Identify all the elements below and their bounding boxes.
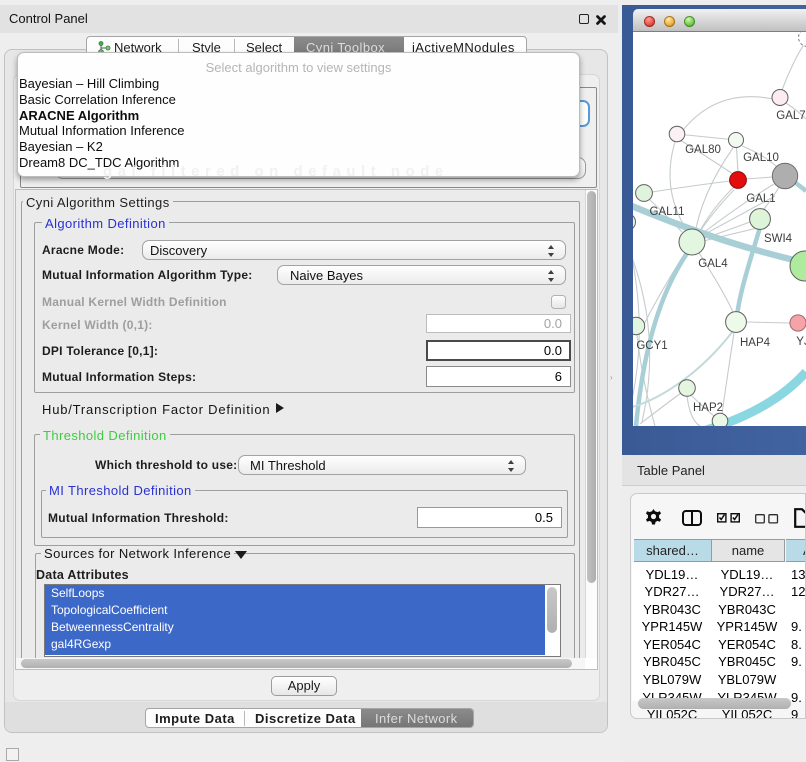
svg-text:HAP2: HAP2 <box>693 402 723 414</box>
svg-text:YJ: YJ <box>796 336 806 348</box>
svg-text:HAP4: HAP4 <box>740 337 771 349</box>
svg-text:SWI4: SWI4 <box>764 233 793 245</box>
svg-text:GCY1: GCY1 <box>636 340 667 352</box>
svg-text:GAL80: GAL80 <box>685 144 721 156</box>
svg-text:GAL1: GAL1 <box>746 193 775 205</box>
svg-text:GAL4: GAL4 <box>698 258 728 270</box>
svg-text:GAL7: GAL7 <box>776 110 805 122</box>
svg-text:GAL10: GAL10 <box>743 152 779 164</box>
svg-text:GAL11: GAL11 <box>650 206 685 218</box>
